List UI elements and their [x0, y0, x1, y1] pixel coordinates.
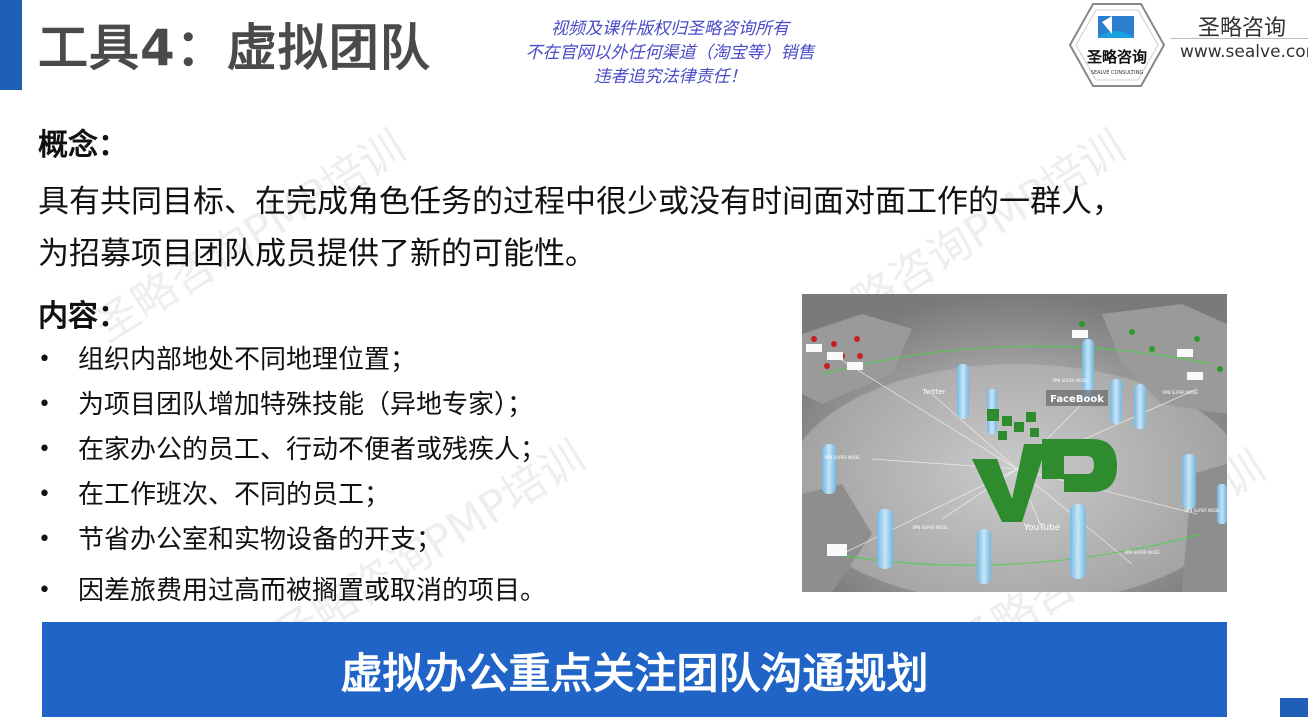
left-accent-bar — [0, 0, 22, 90]
brand-url: www.sealve.com — [1180, 42, 1308, 62]
bullet-icon: • — [38, 437, 51, 462]
facebook-label: FaceBook — [1050, 394, 1104, 405]
list-item: • 节省办公室和实物设备的开支； — [38, 520, 546, 565]
list-item: • 因差旅费用过高而被搁置或取消的项目。 — [38, 571, 546, 616]
content-heading: 内容： — [38, 299, 128, 334]
vpn-node-label: VPN SUPER NODE — [1184, 508, 1220, 513]
bullet-icon: • — [38, 527, 51, 552]
bullet-icon: • — [38, 347, 51, 372]
concept-line: 具有共同目标、在完成角色任务的过程中很少或没有时间面对面工作的一群人， — [38, 184, 1123, 220]
list-item: • 在工作班次、不同的员工； — [38, 475, 546, 520]
copyright-line: 视频及课件版权归圣略咨询所有 — [551, 19, 789, 39]
vpn-node-label: VPN SUPER NODE — [824, 455, 860, 460]
bullet-icon: • — [38, 482, 51, 507]
summary-banner: 虚拟办公重点关注团队沟通规划 — [42, 622, 1227, 717]
list-item: • 为项目团队增加特殊技能（异地专家）； — [38, 385, 546, 430]
youtube-label: YouTube — [1023, 523, 1061, 533]
logo-subtext: SEALVE CONSULTING — [1091, 70, 1144, 76]
slide-title: 工具4：虚拟团队 — [38, 19, 431, 77]
corner-accent — [1280, 698, 1308, 717]
copyright-line: 违者追究法律责任！ — [593, 67, 747, 87]
vpn-node-label: VPN SUPER NODE — [912, 525, 948, 530]
concept-line: 为招募项目团队成员提供了新的可能性。 — [38, 236, 596, 272]
list-item: • 在家办公的员工、行动不便者或残疾人； — [38, 430, 546, 475]
bullet-icon: • — [38, 578, 51, 603]
logo-text: 圣略咨询 — [1086, 48, 1147, 66]
twitter-label: Twitter — [921, 388, 946, 396]
list-item: • 组织内部地处不同地理位置； — [38, 340, 546, 385]
company-logo: 圣略咨询 SEALVE CONSULTING — [1068, 2, 1166, 88]
vpn-node-label: VPN SUPER NODE — [1052, 378, 1088, 383]
content-bullet-list: • 组织内部地处不同地理位置； • 为项目团队增加特殊技能（异地专家）； • 在家办公… — [38, 340, 546, 616]
copyright-notice: 视频及课件版权归圣略咨询所有 不在官网以外任何渠道（淘宝等）销售 违者追究法律责… — [490, 17, 850, 89]
concept-heading: 概念： — [38, 128, 128, 163]
concept-text: 具有共同目标、在完成角色任务的过程中很少或没有时间面对面工作的一群人， 为招募项… — [38, 176, 1268, 280]
vpn-node-label: VPN SUPER NODE — [1124, 550, 1160, 555]
vpn-node-label: VPN SUPER NODE — [1162, 390, 1198, 395]
copyright-line: 不在官网以外任何渠道（淘宝等）销售 — [525, 43, 815, 63]
vpn-network-illustration: FaceBook Twitter YouTube VPN SUPER NODE … — [802, 294, 1227, 592]
brand-divider — [1170, 38, 1308, 39]
bullet-icon: • — [38, 392, 51, 417]
